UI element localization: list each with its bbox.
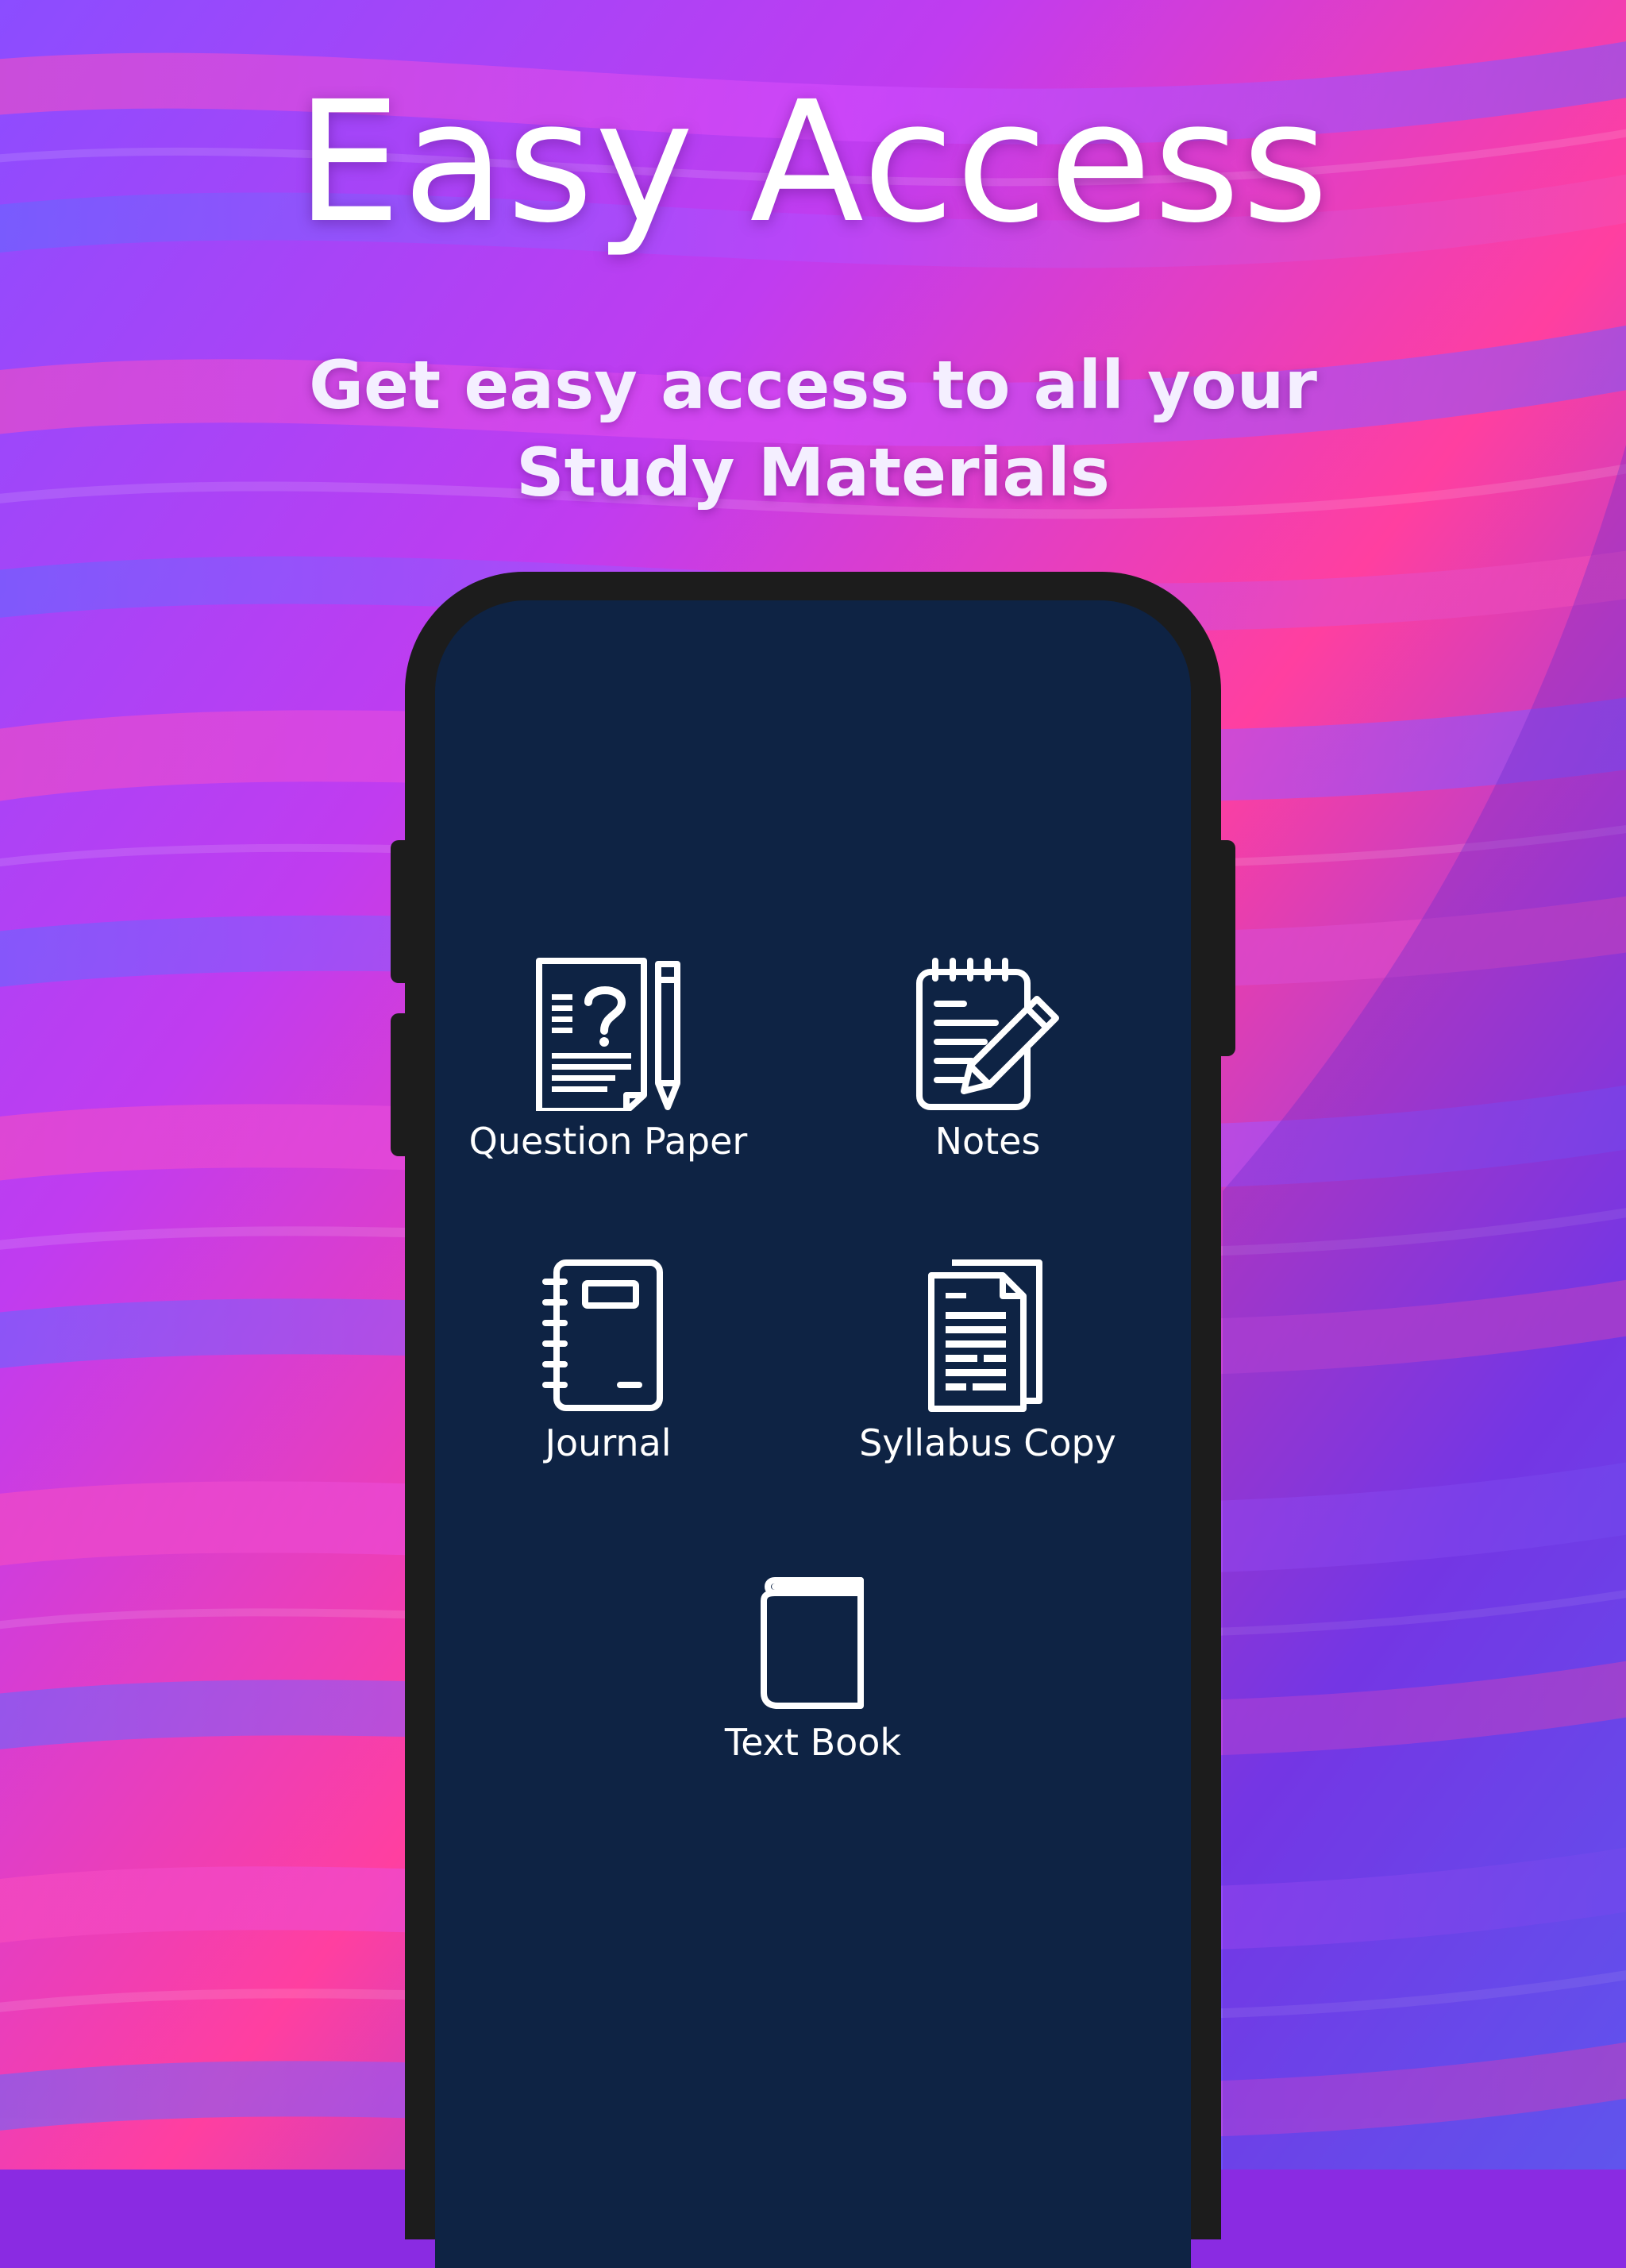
menu-item-question-paper[interactable]: Question Paper <box>441 956 775 1163</box>
menu-item-notes[interactable]: Notes <box>821 956 1154 1163</box>
page-subtitle: Get easy access to all your Study Materi… <box>0 341 1626 516</box>
journal-icon <box>542 1259 663 1411</box>
question-paper-icon <box>536 958 680 1111</box>
menu-item-text-book[interactable]: Text Book <box>646 1569 980 1765</box>
menu-item-syllabus-copy[interactable]: Syllabus Copy <box>821 1258 1154 1465</box>
syllabus-copy-icon <box>928 1259 1042 1412</box>
menu-item-label: Question Paper <box>468 1120 748 1163</box>
menu-item-journal[interactable]: Journal <box>441 1258 775 1465</box>
subtitle-line-2: Study Materials <box>516 434 1110 511</box>
menu-item-label: Syllabus Copy <box>859 1421 1116 1464</box>
subtitle-line-1: Get easy access to all your <box>309 346 1317 424</box>
text-book-icon <box>761 1577 864 1709</box>
phone-frame: Question Paper Notes Journal Syllabus Co… <box>405 572 1221 2268</box>
page-title: Easy Access <box>295 65 1331 260</box>
menu-item-label: Text Book <box>724 1721 902 1764</box>
notes-icon <box>916 958 1059 1110</box>
menu-item-label: Notes <box>934 1120 1041 1163</box>
menu-item-label: Journal <box>545 1421 672 1464</box>
phone-screen: Question Paper Notes Journal Syllabus Co… <box>435 600 1191 2268</box>
